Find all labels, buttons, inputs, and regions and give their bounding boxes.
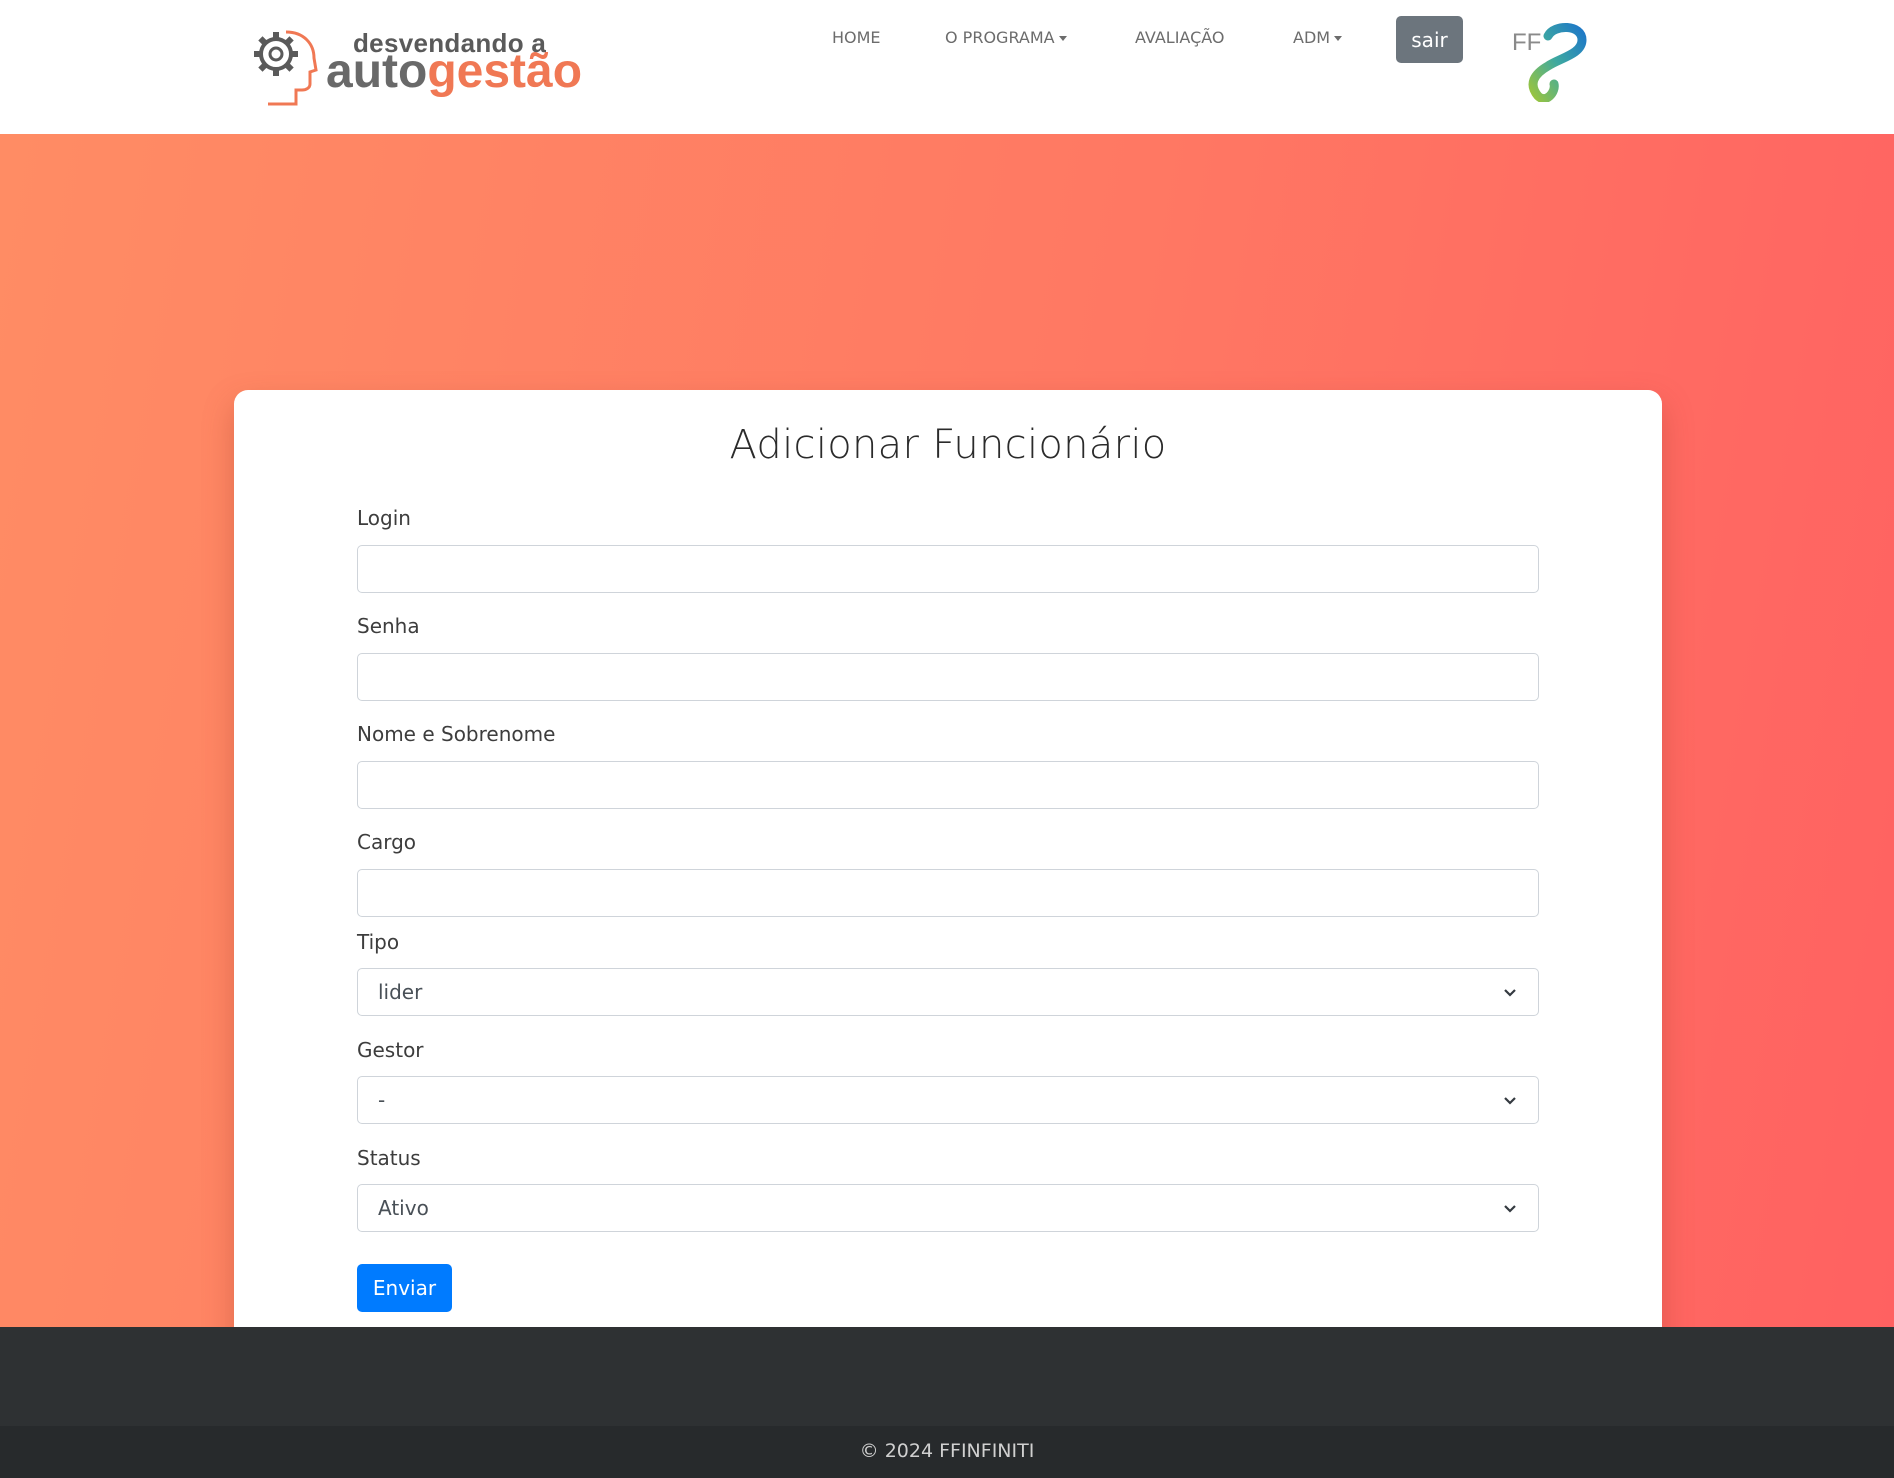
partner-logo-text: FF: [1512, 29, 1541, 56]
status-selected-value: Ativo: [378, 1196, 429, 1220]
page-title: Adicionar Funcionário: [729, 422, 1167, 468]
logout-button[interactable]: sair: [1396, 16, 1463, 63]
cargo-label: Cargo: [357, 830, 417, 854]
cargo-input[interactable]: [358, 870, 1538, 916]
nav-avaliacao[interactable]: AVALIAÇÃO: [1135, 28, 1225, 47]
form-card: Adicionar Funcionário Login Senha Nome e…: [234, 390, 1662, 1396]
senha-field-box: [357, 653, 1539, 701]
footer-bottom: © 2024 FFINFINITI: [0, 1426, 1894, 1478]
senha-label: Senha: [357, 614, 420, 638]
tipo-selected-value: lider: [378, 980, 423, 1004]
password-input[interactable]: [358, 654, 1538, 700]
caret-down-icon: [1334, 36, 1343, 41]
nome-field-box: [357, 761, 1539, 809]
nav-o-programa-label: O PROGRAMA: [945, 28, 1055, 47]
status-select[interactable]: Ativo: [357, 1184, 1539, 1232]
partner-logo: FF: [1510, 22, 1596, 104]
login-input[interactable]: [358, 546, 1538, 592]
submit-button[interactable]: Enviar: [357, 1264, 452, 1312]
cargo-field-box: [357, 869, 1539, 917]
tipo-label: Tipo: [357, 930, 400, 954]
login-label: Login: [357, 506, 411, 530]
full-name-input[interactable]: [358, 762, 1538, 808]
chevron-down-icon: [1504, 989, 1516, 997]
logo-auto: auto: [326, 45, 428, 98]
nav-home[interactable]: HOME: [832, 28, 881, 47]
chevron-down-icon: [1504, 1205, 1516, 1213]
chevron-down-icon: [1504, 1097, 1516, 1105]
nome-label: Nome e Sobrenome: [357, 722, 556, 746]
login-field-box: [357, 545, 1539, 593]
navbar: desvendando a autogestão HOME O PROGRAMA…: [0, 0, 1894, 134]
gestor-select[interactable]: -: [357, 1076, 1539, 1124]
copyright-text: © 2024 FFINFINITI: [859, 1440, 1035, 1462]
logo-gestao: gestão: [427, 45, 583, 98]
gestor-selected-value: -: [378, 1088, 386, 1112]
nav-adm-label: ADM: [1293, 28, 1331, 47]
page-background: Adicionar Funcionário Login Senha Nome e…: [0, 134, 1894, 1396]
gear-head-icon: [254, 30, 318, 106]
brand-logo[interactable]: desvendando a autogestão: [248, 20, 582, 110]
footer-top: [0, 1327, 1894, 1426]
tipo-select[interactable]: lider: [357, 968, 1539, 1016]
caret-down-icon: [1058, 36, 1067, 41]
infinity-logo-icon: FF: [1512, 23, 1587, 104]
gestor-label: Gestor: [357, 1038, 424, 1062]
nav-o-programa[interactable]: O PROGRAMA: [945, 28, 1067, 47]
status-label: Status: [357, 1146, 421, 1170]
logo-line2: autogestão: [326, 45, 583, 99]
nav-adm[interactable]: ADM: [1293, 28, 1343, 47]
